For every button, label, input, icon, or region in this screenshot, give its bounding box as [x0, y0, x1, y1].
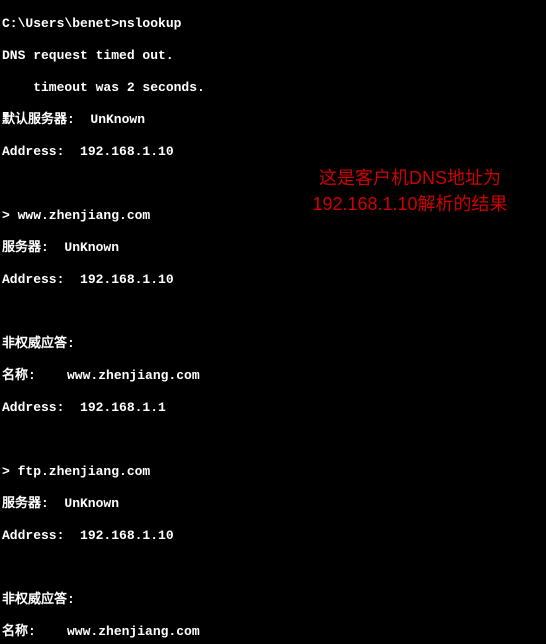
- line: DNS request timed out.: [2, 48, 223, 64]
- annotation-line1: 这是客户机DNS地址为: [285, 165, 535, 191]
- terminal-output[interactable]: C:\Users\benet>nslookup DNS request time…: [0, 0, 225, 644]
- line: 非权威应答:: [2, 336, 223, 352]
- line: 默认服务器: UnKnown: [2, 112, 223, 128]
- annotation-line2: 192.168.1.10解析的结果: [285, 191, 535, 217]
- line-blank: [2, 432, 223, 448]
- line: 服务器: UnKnown: [2, 240, 223, 256]
- annotation-box: 这是客户机DNS地址为 192.168.1.10解析的结果: [285, 165, 535, 217]
- line: Address: 192.168.1.10: [2, 144, 223, 160]
- line-prompt: > ftp.zhenjiang.com: [2, 464, 223, 480]
- line: timeout was 2 seconds.: [2, 80, 223, 96]
- line: 名称: www.zhenjiang.com: [2, 368, 223, 384]
- line-blank: [2, 176, 223, 192]
- line-blank: [2, 560, 223, 576]
- line: 名称: www.zhenjiang.com: [2, 624, 223, 640]
- line: Address: 192.168.1.1: [2, 400, 223, 416]
- line: Address: 192.168.1.10: [2, 528, 223, 544]
- line-prompt: > www.zhenjiang.com: [2, 208, 223, 224]
- line: 服务器: UnKnown: [2, 496, 223, 512]
- line: 非权威应答:: [2, 592, 223, 608]
- line-prompt: C:\Users\benet>nslookup: [2, 16, 223, 32]
- line: Address: 192.168.1.10: [2, 272, 223, 288]
- line-blank: [2, 304, 223, 320]
